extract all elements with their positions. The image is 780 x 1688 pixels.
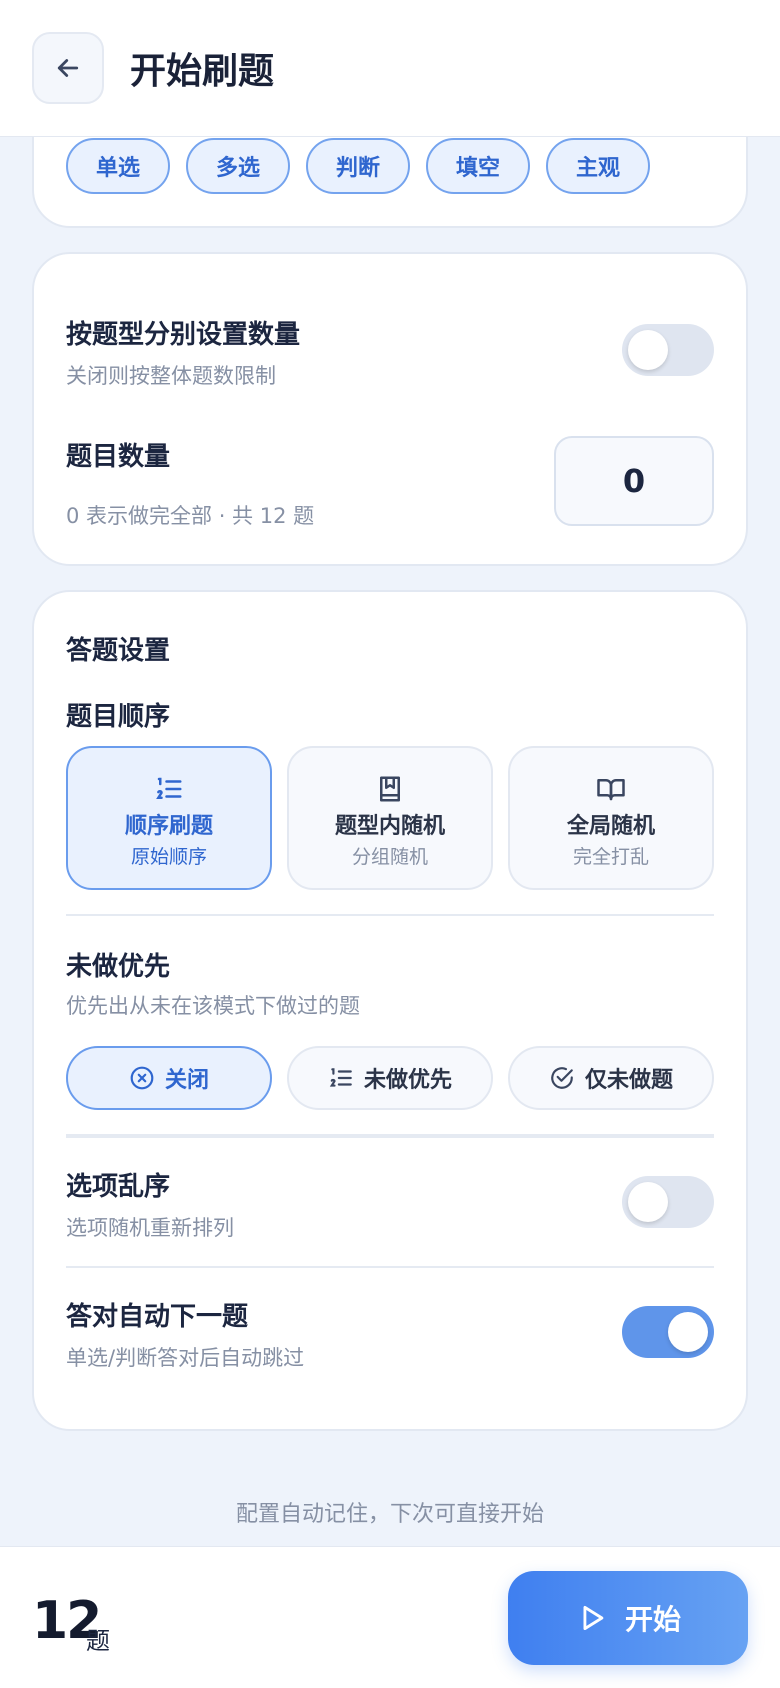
order-option-sequential[interactable]: 顺序刷题 原始顺序 <box>66 746 272 890</box>
start-button[interactable]: 开始 <box>508 1571 748 1665</box>
toggle-knob <box>628 1182 668 1222</box>
priority-option-label: 仅未做题 <box>584 1068 673 1093</box>
check-circle-icon <box>551 1067 573 1089</box>
numbered-list-icon <box>68 774 270 804</box>
order-option-sub: 分组随机 <box>351 846 428 868</box>
arrow-left-icon <box>57 59 79 77</box>
answer-settings-title: 答题设置 <box>66 636 171 666</box>
priority-title: 未做优先 <box>66 952 171 982</box>
chip-fill-blank[interactable]: 填空 <box>426 138 530 194</box>
chip-single-choice[interactable]: 单选 <box>66 138 170 194</box>
auto-next-subtitle: 单选/判断答对后自动跳过 <box>66 1346 305 1370</box>
shuffle-subtitle: 选项随机重新排列 <box>66 1216 234 1240</box>
per-type-toggle[interactable] <box>622 324 714 376</box>
per-type-subtitle: 关闭则按整体题数限制 <box>66 364 276 388</box>
divider <box>66 914 714 916</box>
numbered-list-icon <box>329 1068 352 1087</box>
page-title: 开始刷题 <box>130 51 275 92</box>
priority-subtitle: 优先出从未在该模式下做过的题 <box>66 994 360 1018</box>
priority-option-undone-first[interactable]: 未做优先 <box>287 1046 493 1110</box>
question-count-unit: 题 <box>86 1627 110 1655</box>
order-option-sub: 完全打乱 <box>572 846 649 868</box>
order-title: 题目顺序 <box>66 702 171 732</box>
priority-option-label: 未做优先 <box>363 1068 452 1093</box>
chip-subjective[interactable]: 主观 <box>546 138 650 194</box>
open-book-icon <box>510 774 712 804</box>
divider <box>66 1266 714 1268</box>
priority-option-label: 关闭 <box>164 1068 209 1093</box>
bookmark-book-icon <box>289 774 491 804</box>
auto-next-title: 答对自动下一题 <box>66 1302 249 1332</box>
bottom-bar: 12 题 开始 <box>0 1546 780 1688</box>
toggle-knob <box>628 330 668 370</box>
priority-option-off[interactable]: 关闭 <box>66 1046 272 1110</box>
back-button[interactable] <box>32 32 104 104</box>
priority-option-undone-only[interactable]: 仅未做题 <box>508 1046 714 1110</box>
order-option-label: 全局随机 <box>566 814 655 839</box>
order-option-type-random[interactable]: 题型内随机 分组随机 <box>287 746 493 890</box>
divider <box>66 1134 714 1138</box>
shuffle-toggle[interactable] <box>622 1176 714 1228</box>
order-option-label: 顺序刷题 <box>124 814 213 839</box>
order-option-label: 题型内随机 <box>334 814 445 839</box>
auto-next-toggle[interactable] <box>622 1306 714 1358</box>
count-input[interactable]: 0 <box>554 436 714 526</box>
per-type-title: 按题型分别设置数量 <box>66 320 301 350</box>
footer-hint: 配置自动记住，下次可直接开始 <box>235 1502 544 1527</box>
start-button-label: 开始 <box>624 1603 681 1636</box>
toggle-knob <box>668 1312 708 1352</box>
app-header: 开始刷题 <box>0 0 780 137</box>
order-option-sub: 原始顺序 <box>130 846 207 868</box>
order-option-global-random[interactable]: 全局随机 完全打乱 <box>508 746 714 890</box>
x-circle-icon <box>130 1066 154 1090</box>
chip-multi-choice[interactable]: 多选 <box>186 138 290 194</box>
chip-true-false[interactable]: 判断 <box>306 138 410 194</box>
count-title: 题目数量 <box>66 442 171 472</box>
play-icon <box>583 1605 604 1631</box>
count-subtitle: 0 表示做完全部 · 共 12 题 <box>66 504 315 528</box>
shuffle-title: 选项乱序 <box>66 1172 171 1202</box>
